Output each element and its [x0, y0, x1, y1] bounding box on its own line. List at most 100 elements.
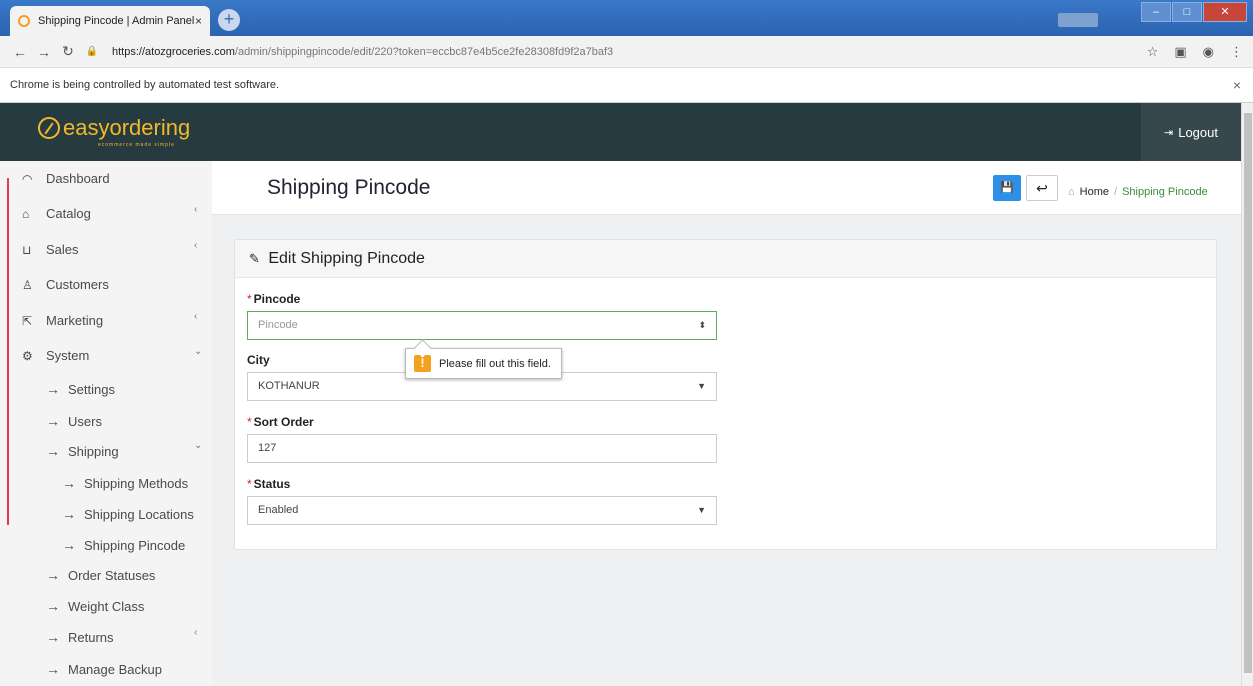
arrow-right-icon: →: [62, 506, 76, 522]
chevron-left-icon[interactable]: ‹: [194, 627, 197, 638]
sidebar-item-dashboard[interactable]: ◠ Dashboard: [22, 171, 110, 186]
logo[interactable]: easyordering ecommerce made simple: [38, 115, 191, 148]
new-tab-button[interactable]: +: [218, 9, 240, 31]
window-controls: – □ ✕: [1141, 2, 1247, 22]
reply-icon: ↩: [1036, 180, 1048, 196]
chevron-down-icon[interactable]: ⌄: [194, 440, 202, 451]
logo-icon: [38, 117, 60, 139]
dropdown-arrow-icon: ▼: [697, 505, 706, 515]
browser-titlebar: Shipping Pincode | Admin Panel × + – □ ✕: [0, 0, 1253, 36]
scrollbar-thumb[interactable]: [1244, 113, 1252, 673]
back-arrow-icon[interactable]: ←: [8, 44, 32, 60]
city-label: City: [247, 353, 270, 367]
chevron-left-icon[interactable]: ‹: [194, 204, 197, 215]
pincode-input[interactable]: Pincode ⬍: [247, 311, 717, 340]
sort-order-label: * Sort Order: [247, 415, 314, 429]
arrow-right-icon: →: [46, 413, 60, 429]
cog-icon: ⚙: [22, 348, 33, 363]
panel-heading: ✎ Edit Shipping Pincode: [235, 240, 1216, 278]
user-icon: ♙: [22, 277, 33, 292]
star-icon[interactable]: ☆: [1147, 44, 1159, 60]
favicon-icon: [18, 15, 30, 27]
save-button[interactable]: 💾: [993, 175, 1021, 201]
sidebar-item-catalog[interactable]: ⌂ Catalog: [22, 206, 91, 221]
sidebar-item-shipping-methods[interactable]: → Shipping Methods: [62, 475, 188, 491]
sidebar-item-returns[interactable]: → Returns: [46, 629, 114, 645]
warning-icon: !: [414, 355, 431, 372]
page-scrollbar[interactable]: [1241, 103, 1253, 686]
sidebar-item-settings[interactable]: → Settings: [46, 381, 115, 397]
logo-text: easyordering: [63, 115, 191, 140]
sidebar-item-weight-class[interactable]: → Weight Class: [46, 598, 144, 614]
arrow-right-icon: →: [46, 381, 60, 397]
pincode-label: * Pincode: [247, 292, 301, 306]
breadcrumb: ⌂ Home / Shipping Pincode: [1068, 186, 1208, 198]
active-section-indicator: [7, 178, 9, 525]
logout-button[interactable]: ⇥ Logout: [1141, 103, 1241, 161]
sidebar-item-manage-backup[interactable]: → Manage Backup: [46, 661, 162, 677]
sidebar-item-marketing[interactable]: ⇱ Marketing: [22, 313, 103, 328]
window-close-button[interactable]: ✕: [1203, 2, 1247, 22]
sort-order-input[interactable]: 127: [247, 434, 717, 463]
arrow-right-icon: →: [62, 537, 76, 553]
sidebar-item-users[interactable]: → Users: [46, 413, 102, 429]
tab-title: Shipping Pincode | Admin Panel: [38, 15, 195, 27]
sidebar-item-shipping-pincode[interactable]: → Shipping Pincode: [62, 537, 185, 553]
browser-tab[interactable]: Shipping Pincode | Admin Panel ×: [10, 6, 210, 36]
dropdown-arrow-icon: ▼: [697, 381, 706, 391]
pencil-icon: ✎: [249, 251, 260, 266]
address-bar: ← → ↻ 🔒 https://atozgroceries.com/admin/…: [0, 36, 1253, 68]
minimize-button[interactable]: –: [1141, 2, 1171, 22]
tag-icon: ⌂: [22, 206, 30, 221]
sidebar-item-sales[interactable]: ⊔ Sales: [22, 242, 79, 257]
cart-icon: ⊔: [22, 242, 32, 257]
sidebar-item-customers[interactable]: ♙ Customers: [22, 277, 109, 292]
forward-arrow-icon[interactable]: →: [32, 44, 56, 60]
status-select[interactable]: Enabled ▼: [247, 496, 717, 525]
arrow-right-icon: →: [46, 661, 60, 677]
sidebar-item-shipping-locations[interactable]: → Shipping Locations: [62, 506, 194, 522]
menu-icon[interactable]: ⋮: [1230, 44, 1243, 60]
automation-infobar: Chrome is being controlled by automated …: [0, 68, 1253, 103]
pincode-placeholder: Pincode: [258, 319, 298, 331]
panel-title: Edit Shipping Pincode: [268, 250, 425, 267]
logo-tagline: ecommerce made simple: [98, 142, 175, 148]
arrow-right-icon: →: [46, 567, 60, 583]
home-icon: ⌂: [1068, 186, 1075, 198]
account-icon[interactable]: ◉: [1203, 44, 1214, 60]
arrow-right-icon: →: [46, 629, 60, 645]
breadcrumb-home[interactable]: Home: [1080, 186, 1109, 198]
status-label: * Status: [247, 477, 291, 491]
lock-icon: 🔒: [85, 46, 99, 57]
sidebar-item-order-statuses[interactable]: → Order Statuses: [46, 567, 155, 583]
share-icon: ⇱: [22, 313, 33, 328]
maximize-button[interactable]: □: [1172, 2, 1202, 22]
city-value: KOTHANUR: [258, 380, 320, 392]
sidebar-item-shipping[interactable]: → Shipping: [46, 443, 119, 459]
chevron-left-icon[interactable]: ‹: [194, 311, 197, 322]
extension-icon[interactable]: ▣: [1174, 44, 1186, 60]
chevron-down-icon[interactable]: ⌄: [194, 346, 202, 357]
url-field[interactable]: https://atozgroceries.com/admin/shipping…: [112, 46, 613, 58]
dashboard-icon: ◠: [22, 171, 33, 186]
breadcrumb-current[interactable]: Shipping Pincode: [1122, 186, 1208, 198]
app-header: easyordering ecommerce made simple ⇥ Log…: [0, 103, 1241, 161]
sort-order-value: 127: [258, 442, 277, 454]
page-title: Shipping Pincode: [267, 176, 431, 199]
sidebar-item-system[interactable]: ⚙ System: [22, 348, 89, 363]
save-icon: 💾: [1000, 182, 1014, 194]
tab-close-icon[interactable]: ×: [195, 14, 202, 28]
infobar-text: Chrome is being controlled by automated …: [10, 79, 280, 91]
validation-message: Please fill out this field.: [439, 357, 551, 370]
number-spinner-icon[interactable]: ⬍: [698, 312, 706, 339]
infobar-close-icon[interactable]: ×: [1233, 68, 1241, 103]
back-button[interactable]: ↩: [1026, 175, 1058, 201]
arrow-right-icon: →: [46, 598, 60, 614]
logout-label: Logout: [1178, 124, 1218, 140]
reload-icon[interactable]: ↻: [56, 43, 80, 60]
profile-badge[interactable]: [1058, 13, 1098, 27]
breadcrumb-separator: /: [1114, 186, 1118, 198]
arrow-right-icon: →: [62, 475, 76, 491]
logout-icon: ⇥: [1164, 126, 1174, 139]
chevron-left-icon[interactable]: ‹: [194, 240, 197, 251]
